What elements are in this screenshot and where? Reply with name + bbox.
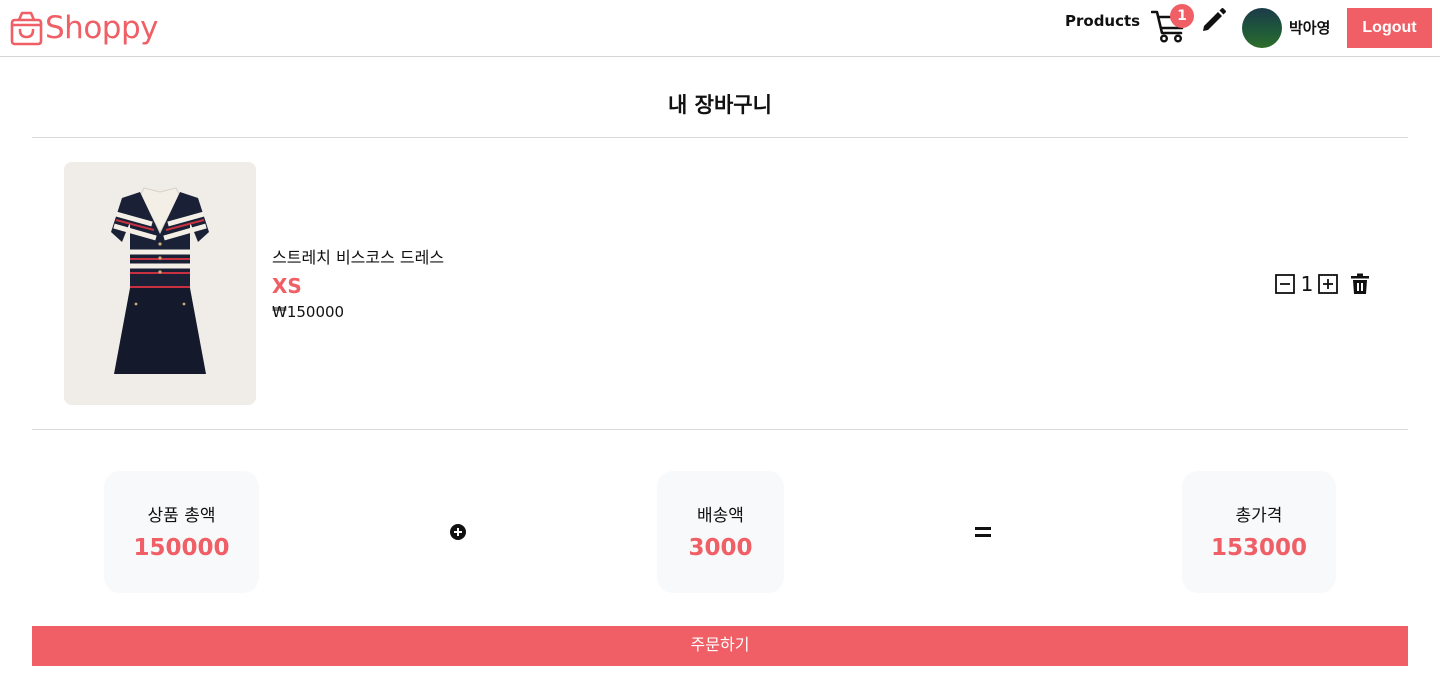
shipping-box: 배송액 3000 [657, 471, 784, 593]
logo-text: Shoppy [45, 10, 159, 46]
plus-circle-icon [450, 524, 466, 540]
divider [32, 429, 1408, 430]
product-option: XS [272, 274, 302, 298]
site-header: Shoppy Products 1 박아영 Logout [0, 0, 1440, 57]
trash-icon[interactable] [1350, 273, 1370, 295]
equals-icon [975, 527, 991, 537]
subtotal-label: 상품 총액 [147, 506, 216, 526]
user-avatar[interactable] [1242, 8, 1282, 48]
pencil-icon[interactable] [1201, 7, 1227, 33]
plus-square-icon[interactable] [1318, 274, 1338, 294]
minus-square-icon[interactable] [1275, 274, 1295, 294]
page-title: 내 장바구니 [668, 93, 772, 117]
product-name: 스트레치 비스코스 드레스 [272, 248, 445, 267]
logo-link[interactable]: Shoppy [10, 10, 159, 46]
dress-image [64, 162, 256, 405]
shipping-value: 3000 [688, 535, 753, 561]
product-price: ₩150000 [272, 303, 345, 321]
subtotal-box: 상품 총액 150000 [104, 471, 259, 593]
username: 박아영 [1289, 19, 1331, 37]
divider [32, 137, 1408, 138]
total-box: 총가격 153000 [1182, 471, 1336, 593]
total-label: 총가격 [1235, 506, 1283, 526]
order-button[interactable]: 주문하기 [32, 626, 1408, 666]
quantity-value: 1 [1300, 272, 1314, 296]
product-image [64, 162, 256, 405]
shopping-bag-icon [10, 11, 43, 45]
logout-button[interactable]: Logout [1347, 8, 1432, 48]
total-value: 153000 [1210, 535, 1308, 561]
nav-products-link[interactable]: Products [1065, 11, 1140, 31]
shipping-label: 배송액 [697, 506, 744, 526]
cart-count-badge: 1 [1170, 4, 1194, 28]
subtotal-value: 150000 [133, 535, 230, 561]
